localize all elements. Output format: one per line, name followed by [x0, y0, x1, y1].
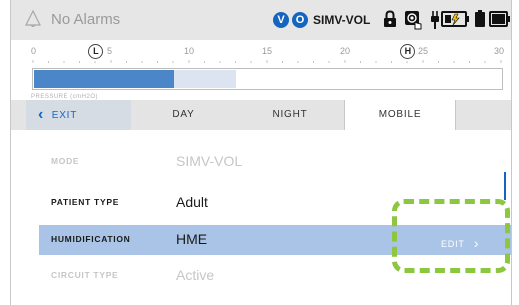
plug-icon [431, 11, 439, 29]
tick-label-0: 0 [31, 46, 37, 56]
setting-value: Adult [176, 194, 208, 210]
setting-label: PATIENT TYPE [51, 197, 120, 207]
ventilation-mode-text: SIMV-VOL [313, 13, 371, 27]
tick-label-25: 25 [418, 46, 429, 56]
setting-label: HUMIDIFICATION [51, 234, 131, 244]
pressure-scale: 0 5 10 15 20 25 30 L H [11, 42, 511, 64]
tab-bar: ‹ EXIT DAY NIGHT MOBILE [11, 100, 511, 130]
tab-day[interactable]: DAY [131, 100, 236, 130]
chevron-left-icon: ‹ [38, 106, 45, 123]
tick-label-15: 15 [262, 46, 273, 56]
tick-label-30: 30 [494, 46, 505, 56]
exit-button[interactable]: ‹ EXIT [26, 100, 131, 130]
setting-value: HME [176, 231, 208, 247]
tick-label-5: 5 [107, 46, 113, 56]
setting-value: SIMV-VOL [176, 153, 243, 169]
battery-charging-icon [441, 11, 469, 27]
tab-night[interactable]: NIGHT [236, 100, 344, 130]
tick-label-20: 20 [340, 46, 351, 56]
tab-mobile[interactable]: MOBILE [344, 100, 456, 130]
battery-icon [475, 10, 485, 27]
setting-value: Active [176, 267, 215, 283]
status-bar: No Alarms V O SIMV-VOL [11, 0, 511, 40]
tick-label-10: 10 [184, 46, 195, 56]
exit-label: EXIT [51, 110, 78, 121]
setting-label: MODE [51, 156, 80, 166]
scrollbar[interactable] [504, 172, 506, 200]
touch-icon[interactable] [404, 10, 424, 30]
bell-icon [25, 9, 41, 28]
scale-ticks [32, 60, 502, 63]
setting-row-mode: MODE SIMV-VOL [39, 147, 511, 177]
setting-label: CIRCUIT TYPE [51, 270, 119, 280]
lock-icon[interactable] [383, 10, 397, 28]
o-badge: O [292, 12, 308, 28]
callout-highlight [392, 199, 510, 273]
v-badge: V [273, 12, 289, 28]
alarm-status-text: No Alarms [51, 11, 121, 28]
battery-full-icon [489, 11, 510, 27]
pressure-bar-fill [34, 70, 175, 88]
pressure-bar [32, 68, 503, 90]
